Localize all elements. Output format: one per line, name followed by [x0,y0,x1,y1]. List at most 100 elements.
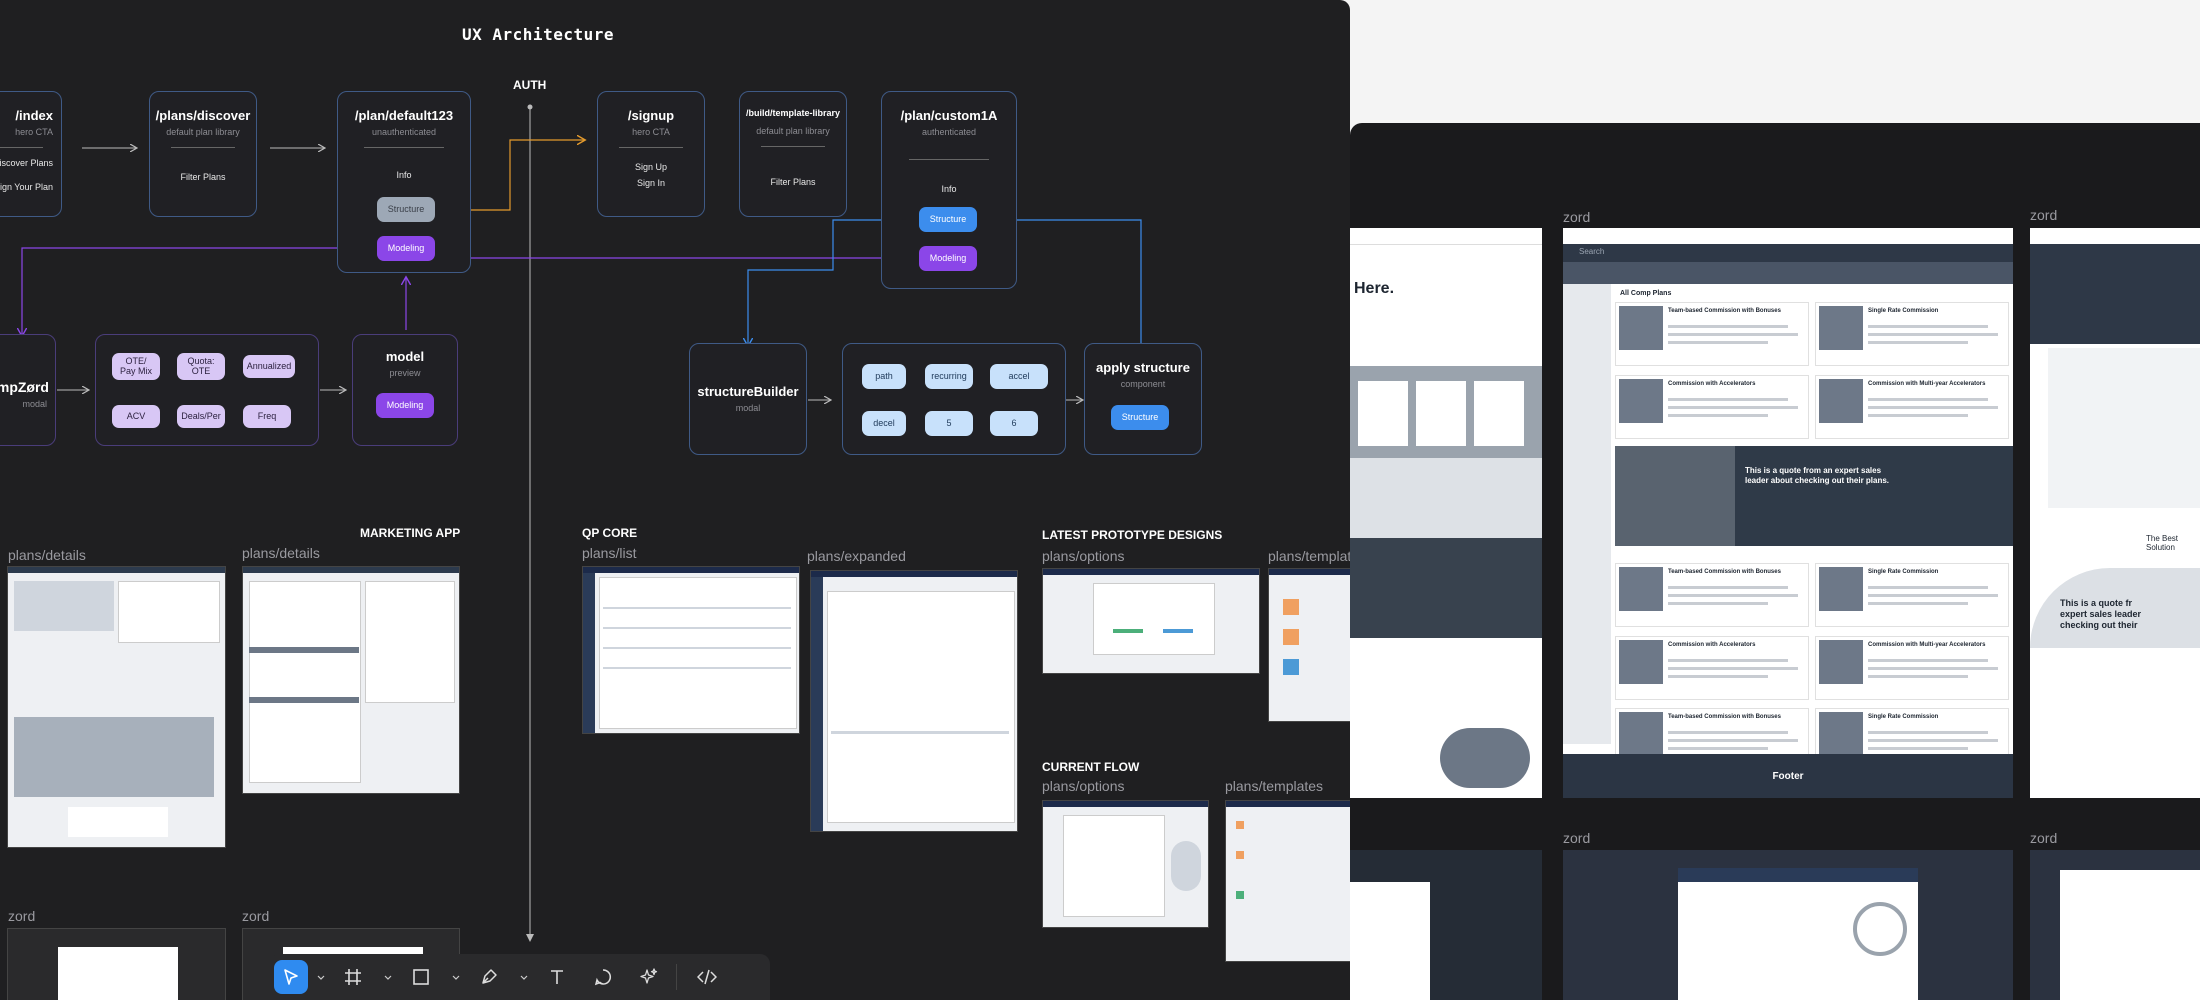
param-pill-recurring[interactable]: recurring [925,364,973,389]
option-pill-deals-per[interactable]: Deals/Per [177,405,225,428]
move-tool-button[interactable] [274,960,308,994]
node-structure-params[interactable] [842,343,1066,455]
search-input[interactable]: Search [1579,247,1604,256]
rectangle-icon [413,969,429,985]
frame-icon [345,969,361,985]
chevron-down-icon[interactable] [317,974,325,982]
frame-label-plans-templates[interactable]: plans/templates [1225,778,1323,794]
modal-frame[interactable] [1350,850,1542,1000]
frame-plans-templates-thumb[interactable] [1268,568,1350,722]
frame-label-zord[interactable]: zord [1563,830,1590,846]
section-latest-prototype: LATEST PROTOTYPE DESIGNS [1042,528,1223,542]
frame-plans-expanded-thumb[interactable] [810,570,1018,832]
plan-card[interactable]: Commission with Multi-year Accelerators [1815,636,2009,700]
footer: Footer [1563,754,2013,798]
node-apply-structure[interactable]: apply structure component [1084,343,1202,455]
frame-plans-templates-thumb[interactable] [1225,800,1350,962]
section-qp-core: QP CORE [582,526,638,540]
structure-pill[interactable]: Structure [1111,405,1169,430]
frame-label-plans-list[interactable]: plans/list [582,545,636,561]
plan-card-title: Team-based Commission with Bonuses [1668,308,1781,314]
modeling-pill[interactable]: Modeling [919,246,977,271]
chevron-down-icon[interactable] [384,974,392,982]
landing-page-frame[interactable]: Here. [1350,228,1542,798]
modal-frame[interactable] [1563,850,2013,1000]
param-pill-accel[interactable]: accel [990,364,1048,389]
frame-label-zord[interactable]: zord [2030,207,2057,223]
solution-heading: The Best Solution [2146,534,2179,552]
param-pill-decel[interactable]: decel [862,411,906,436]
frame-label-plans-options[interactable]: plans/options [1042,548,1125,564]
frame-label-plans-details[interactable]: plans/details [8,547,86,563]
modeling-pill[interactable]: Modeling [376,393,434,418]
frame-label-zord[interactable]: zord [242,908,269,924]
plan-card[interactable]: Single Rate Commission [1815,302,2009,366]
node-signup[interactable]: /signup hero CTA Sign Up Sign In [597,91,705,217]
frame-plans-details-thumb[interactable] [7,566,226,848]
node-model-preview[interactable]: model preview [352,334,458,446]
text-icon [551,970,563,984]
modeling-pill[interactable]: Modeling [377,236,435,261]
frame-plans-details-thumb[interactable] [242,566,460,794]
plan-card[interactable]: Team-based Commission with Bonuses [1615,302,1809,366]
param-pill-6[interactable]: 6 [990,411,1038,436]
section-marketing-app: MARKETING APP [360,526,461,540]
chevron-down-icon[interactable] [520,974,528,982]
option-pill-acv[interactable]: ACV [112,405,160,428]
quote-text: This is a quote fr expert sales leader c… [2060,598,2142,630]
plan-card-title: Team-based Commission with Bonuses [1668,714,1781,720]
plan-detail-frame[interactable]: This is a quote fr expert sales leader c… [2030,228,2200,798]
frame-plans-options-thumb[interactable] [1042,800,1209,928]
option-pill-ote-pay-mix[interactable]: OTE/ Pay Mix [112,353,160,380]
text-tool-button[interactable] [540,960,574,994]
option-pill-annualized[interactable]: Annualized [243,355,295,378]
plan-card-title: Single Rate Commission [1868,714,1939,720]
prototype-frames-panel[interactable]: zord zord zord zord Here. Search All Com… [1350,123,2200,1000]
option-pill-freq[interactable]: Freq [243,405,291,428]
modal-frame[interactable] [2030,850,2200,1000]
plan-card[interactable]: Single Rate Commission [1815,563,2009,627]
frame-label-zord[interactable]: zord [2030,830,2057,846]
frame-label-plans-options[interactable]: plans/options [1042,778,1125,794]
plan-card[interactable]: Commission with Multi-year Accelerators [1815,375,2009,439]
param-pill-5[interactable]: 5 [925,411,973,436]
shape-tool-button[interactable] [404,960,438,994]
option-pill-quota-ote[interactable]: Quota: OTE [177,353,225,380]
plan-card-title: Single Rate Commission [1868,569,1939,575]
discover-plans-frame[interactable]: Search All Comp Plans Team-based Commiss… [1563,228,2013,798]
hero-heading: Here. [1354,280,1395,297]
plan-card-title: Team-based Commission with Bonuses [1668,569,1781,575]
structure-pill[interactable]: Structure [377,197,435,222]
pen-tool-button[interactable] [472,960,506,994]
cursor-icon [284,969,298,985]
chevron-down-icon[interactable] [452,974,460,982]
param-pill-path[interactable]: path [862,364,906,389]
plan-card[interactable]: Commission with Accelerators [1615,375,1809,439]
frame-label-plans-details[interactable]: plans/details [242,545,320,561]
frame-label-plans-expanded[interactable]: plans/expanded [807,548,906,564]
frame-plans-list-thumb[interactable] [582,566,800,734]
frame-zord-thumb[interactable] [7,928,226,1000]
node-plans-discover[interactable]: /plans/discover default plan library Fil… [149,91,257,217]
node-compzord[interactable]: compZørd modal [0,334,56,446]
node-build-template-library[interactable]: /build/template-library default plan lib… [739,91,847,217]
ai-tool-button[interactable] [632,960,666,994]
node-model-options[interactable] [95,334,319,446]
plan-card[interactable]: Team-based Commission with Bonuses [1615,563,1809,627]
design-canvas[interactable]: UX Architecture AUTH /index hero CTA Dis… [0,0,1350,1000]
sparkle-icon [640,968,658,984]
dev-mode-toggle[interactable] [690,960,724,994]
structure-pill[interactable]: Structure [919,207,977,232]
quote-text: This is a quote from an expert sales lea… [1745,466,1890,486]
plan-card[interactable]: Commission with Accelerators [1615,636,1809,700]
frame-label-plans-templates[interactable]: plans/templates [1268,548,1350,564]
plan-card-title: Commission with Accelerators [1668,642,1756,648]
comment-tool-button[interactable] [586,960,620,994]
frame-label-zord[interactable]: zord [8,908,35,924]
frame-label-zord[interactable]: zord [1563,209,1590,225]
node-structure-builder[interactable]: structureBuilder modal [689,343,807,455]
frame-plans-options-thumb[interactable] [1042,568,1260,674]
frame-tool-button[interactable] [336,960,370,994]
plan-card-title: Commission with Accelerators [1668,381,1756,387]
node-index[interactable]: /index hero CTA Discover Plans Design Yo… [0,91,62,217]
